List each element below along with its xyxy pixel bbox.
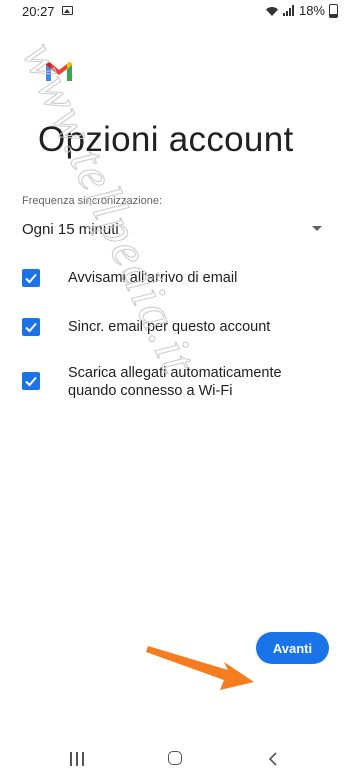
gmail-logo — [46, 62, 72, 81]
navigation-bar — [0, 738, 350, 780]
sync-email-checkbox[interactable] — [22, 318, 40, 336]
battery-icon — [329, 3, 338, 18]
signal-icon — [282, 5, 294, 16]
home-icon[interactable] — [168, 751, 182, 765]
image-notification-icon — [62, 6, 73, 15]
download-attachments-label: Scarica allegati automaticamente quando … — [68, 365, 282, 399]
option-email-alerts[interactable]: Avvisami all'arrivo di email — [22, 268, 332, 288]
wifi-icon — [265, 6, 278, 16]
download-attachments-checkbox[interactable] — [22, 372, 40, 390]
battery-percent: 18% — [298, 3, 325, 18]
status-bar: 20:27 18% — [0, 0, 350, 24]
email-alerts-checkbox[interactable] — [22, 269, 40, 287]
status-time: 20:27 — [22, 4, 55, 19]
sync-frequency-select[interactable]: Ogni 15 minuti — [22, 219, 328, 243]
pointer-arrow-icon — [146, 646, 254, 690]
sync-frequency-value: Ogni 15 minuti — [22, 221, 119, 238]
checkmark-icon — [25, 376, 37, 387]
chevron-down-icon — [312, 226, 322, 231]
page-title: Opzioni account — [38, 120, 294, 159]
sync-email-label: Sincr. email per questo account — [68, 319, 271, 335]
email-alerts-label: Avvisami all'arrivo di email — [68, 270, 238, 286]
status-right-group: 18% — [265, 3, 338, 18]
next-button[interactable]: Avanti — [256, 632, 329, 664]
checkmark-icon — [25, 273, 37, 284]
sync-frequency-label: Frequenza sincronizzazione: — [22, 195, 163, 207]
back-icon[interactable] — [268, 752, 278, 766]
recents-icon[interactable] — [70, 752, 86, 766]
checkmark-icon — [25, 322, 37, 333]
option-sync-email[interactable]: Sincr. email per questo account — [22, 317, 332, 337]
option-download-attachments[interactable]: Scarica allegati automaticamente quando … — [22, 364, 332, 402]
